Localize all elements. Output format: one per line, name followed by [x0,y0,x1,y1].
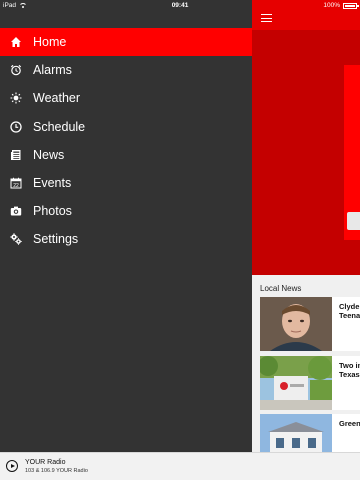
gears-icon [0,233,32,246]
sidebar-item-label: Events [33,176,72,191]
sidebar-item-label: Alarms [33,63,72,78]
station-subtitle: 103 & 106.9 YOUR Radio [25,468,88,474]
local-news-heading: Local News [260,284,302,293]
news-thumbnail [260,356,332,410]
hero-banner [252,30,360,275]
sidebar-item-settings[interactable]: Settings [0,225,252,253]
svg-text:22: 22 [13,183,19,189]
now-playing-bar[interactable]: YOUR Radio 103 & 106.9 YOUR Radio [0,452,360,480]
news-thumbnail [260,414,332,452]
clock-icon [0,121,32,133]
menu-list: Home Alarms Weather Schedule News 22 Eve… [0,28,252,254]
sidebar-item-weather[interactable]: Weather [0,84,252,112]
sidebar-item-label: Settings [33,232,79,247]
home-icon [0,36,32,48]
sidebar-item-alarms[interactable]: Alarms [0,56,252,84]
sidebar-item-label: News [33,147,65,162]
main-content: Local News Clyde Teena Two in Texas Gree… [252,0,360,452]
station-name: YOUR Radio [25,459,66,466]
news-headline: Clyde Teena [339,302,360,320]
news-item[interactable]: Green [260,414,360,452]
menu-hamburger-icon[interactable] [261,14,272,22]
news-item[interactable]: Two in Texas [260,356,360,410]
sun-icon [0,92,32,104]
battery-icon [343,2,359,9]
news-headline: Green [339,419,360,428]
status-bar: iPad 09:41 100% [0,0,360,11]
calendar-icon: 22 [0,177,32,189]
alarm-clock-icon [0,64,32,76]
sidebar-menu: Home Alarms Weather Schedule News 22 Eve… [0,0,252,452]
sidebar-item-label: Home [33,35,67,50]
sidebar-item-news[interactable]: News [0,141,252,169]
sidebar-item-home[interactable]: Home [0,28,252,57]
sidebar-item-label: Weather [33,91,81,106]
clock-time: 09:41 [171,2,189,9]
hero-button[interactable] [347,212,360,230]
sidebar-item-events[interactable]: 22 Events [0,169,252,197]
camera-icon [0,205,32,217]
news-headline: Two in Texas [339,361,360,379]
sidebar-item-photos[interactable]: Photos [0,197,252,225]
sidebar-item-label: Photos [33,204,72,219]
news-item[interactable]: Clyde Teena [260,297,360,351]
sidebar-item-schedule[interactable]: Schedule [0,113,252,141]
play-icon[interactable] [6,460,18,472]
news-thumbnail [260,297,332,351]
sidebar-item-label: Schedule [33,119,86,134]
battery-percent: 100% [323,2,340,9]
newspaper-icon [0,149,32,161]
